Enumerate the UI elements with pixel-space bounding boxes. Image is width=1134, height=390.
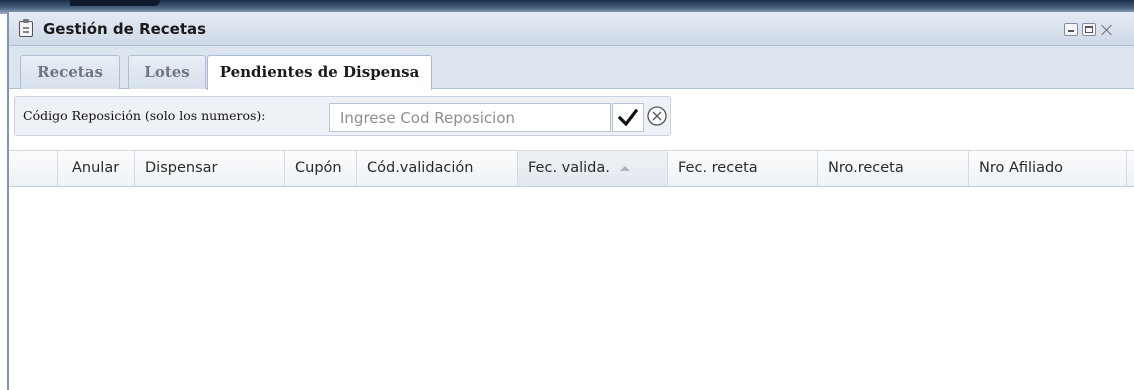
confirm-button[interactable]	[612, 103, 644, 132]
tab-strip: Recetas Lotes Pendientes de Dispensa	[9, 46, 1134, 90]
column-label: Fec. valida.	[528, 160, 610, 176]
column-label: Nro Afiliado	[979, 160, 1064, 176]
tab-recetas[interactable]: Recetas	[20, 55, 120, 89]
sort-ascending-icon	[619, 165, 630, 171]
reposition-code-label: Código Reposición (solo los numeros):	[23, 108, 266, 123]
circle-x-icon	[647, 106, 667, 126]
column-label: Cód.validación	[367, 160, 474, 176]
column-label: Dispensar	[145, 160, 218, 176]
tab-pendientes-de-dispensa[interactable]: Pendientes de Dispensa	[207, 55, 432, 90]
column-label: Cupón	[295, 160, 342, 176]
column-label: Fec. receta	[678, 160, 758, 176]
column-label: Anular	[72, 160, 120, 176]
column-header-anular[interactable]: Anular	[58, 151, 135, 186]
column-label: Nro.receta	[828, 160, 904, 176]
grid-body-empty[interactable]	[9, 187, 1134, 390]
column-header-fec-valida[interactable]: Fec. valida.	[518, 151, 668, 186]
tab-lotes[interactable]: Lotes	[128, 55, 206, 89]
column-header-selector[interactable]	[9, 151, 58, 186]
clipboard-icon	[19, 19, 33, 37]
minimize-button[interactable]	[1064, 23, 1078, 36]
checkmark-icon	[618, 109, 638, 127]
grid-header: Anular Dispensar Cupón Cód.validación Fe…	[9, 150, 1134, 187]
window-title: Gestión de Recetas	[43, 20, 207, 38]
reposition-code-input[interactable]	[329, 103, 611, 132]
column-header-nro-afiliado[interactable]: Nro Afiliado	[969, 151, 1127, 186]
maximize-button[interactable]	[1082, 23, 1096, 36]
close-button[interactable]	[1100, 23, 1114, 36]
background-artifact	[70, 0, 160, 6]
window-titlebar[interactable]: Gestión de Recetas	[9, 12, 1134, 46]
filter-toolbar: Código Reposición (solo los numeros):	[14, 96, 671, 136]
column-header-nro-receta[interactable]: Nro.receta	[818, 151, 969, 186]
column-header-fec-receta[interactable]: Fec. receta	[668, 151, 818, 186]
column-header-cupon[interactable]: Cupón	[285, 151, 357, 186]
column-header-dispensar[interactable]: Dispensar	[135, 151, 285, 186]
recipes-window: Gestión de Recetas Recetas Lotes Pendien…	[7, 12, 1134, 390]
clear-button[interactable]	[646, 105, 668, 127]
column-header-cod-validacion[interactable]: Cód.validación	[357, 151, 518, 186]
